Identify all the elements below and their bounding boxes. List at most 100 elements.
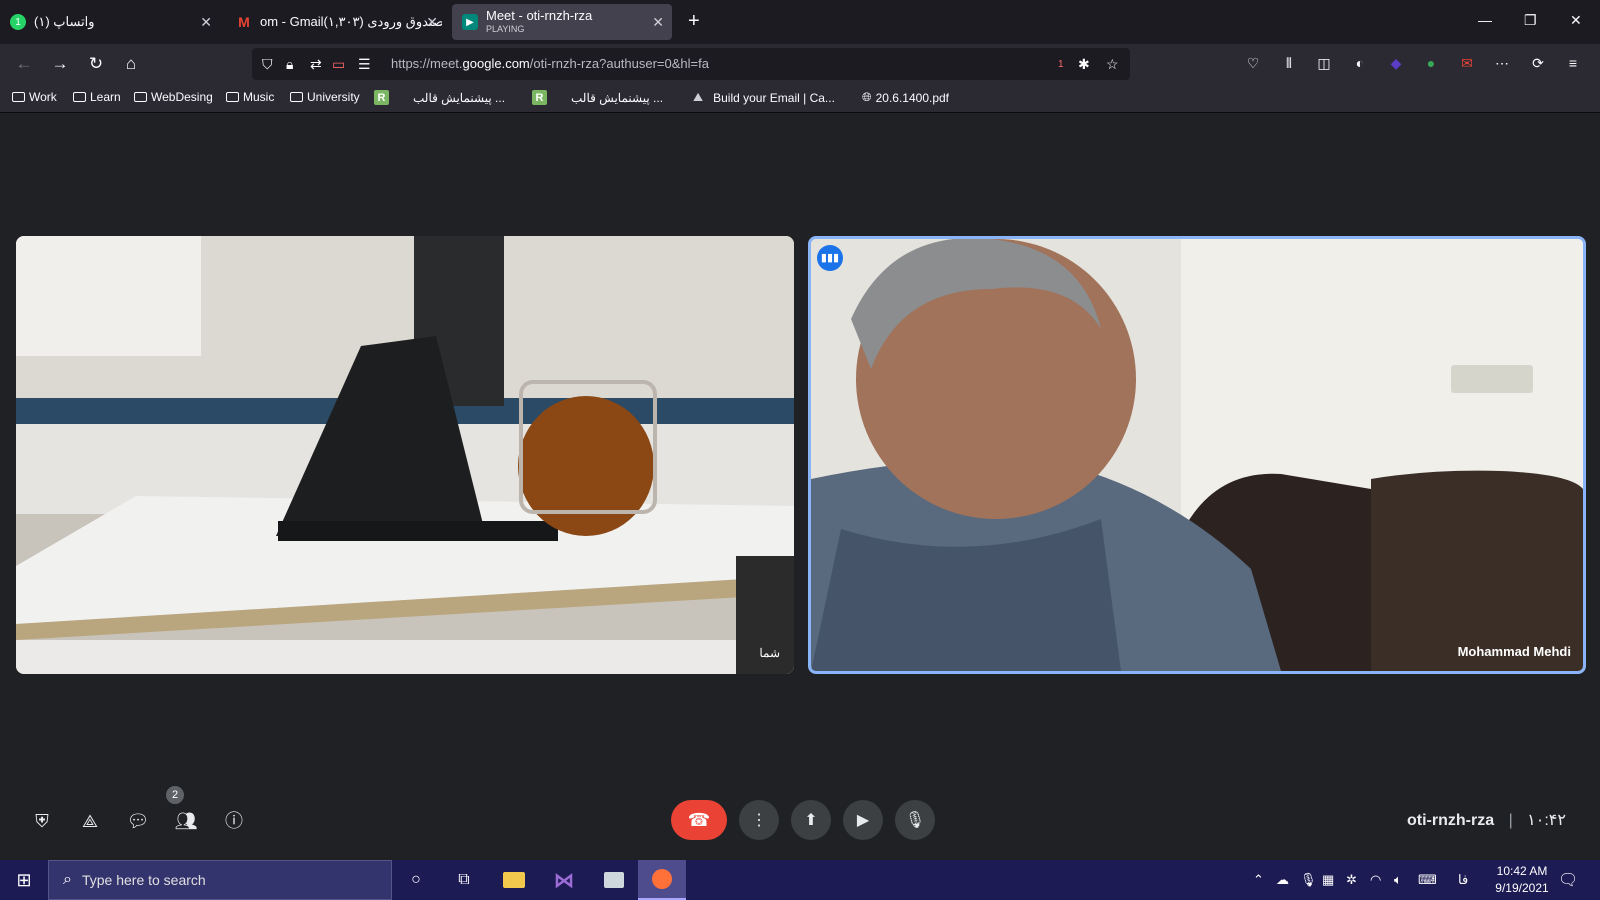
permissions-icon[interactable]: ⇄ bbox=[310, 56, 322, 73]
reload-icon[interactable]: ↻ bbox=[86, 54, 106, 74]
bookmark-folder-work[interactable]: Work bbox=[12, 90, 57, 104]
activities-icon[interactable]: ⟁ bbox=[77, 808, 103, 834]
microphone-toggle-button[interactable]: 🎙︎ bbox=[895, 800, 935, 840]
meeting-details-icon[interactable]: ⓘ bbox=[221, 808, 247, 834]
camera-sharing-icon[interactable]: ▭ bbox=[332, 56, 345, 73]
firefox-app[interactable] bbox=[638, 860, 686, 900]
menu-icon[interactable]: ≡ bbox=[1564, 55, 1582, 71]
self-name-label: شما bbox=[759, 646, 780, 660]
host-controls-icon[interactable]: ⛨ bbox=[29, 808, 55, 834]
shield-icon[interactable]: ⛉ bbox=[262, 56, 273, 73]
folder-icon bbox=[12, 92, 25, 102]
task-view-icon: ⧉ bbox=[458, 871, 470, 888]
new-tab-icon[interactable]: + bbox=[688, 10, 700, 33]
bookmark-pdf[interactable]: 🌐︎ 20.6.1400.pdf bbox=[862, 90, 949, 105]
url-bar[interactable]: ⛉ 🔒︎ ⇄ ▭ ☰ https://meet.google.com/oti-r… bbox=[252, 48, 1130, 80]
bookmarks-toolbar: Work Learn WebDesing Music University Rپ… bbox=[0, 84, 1600, 113]
onedrive-icon[interactable]: ☁ bbox=[1276, 872, 1289, 888]
extension-green-icon[interactable]: ● bbox=[1422, 55, 1440, 71]
file-explorer-app[interactable] bbox=[490, 860, 538, 900]
present-screen-button[interactable]: ⬆ bbox=[791, 800, 831, 840]
account-icon[interactable]: ◐ bbox=[1351, 55, 1369, 71]
cortana-icon: ○ bbox=[411, 871, 421, 888]
extension-dots-icon[interactable]: ⋯ bbox=[1493, 55, 1511, 72]
folder-icon bbox=[226, 92, 239, 102]
star-icon[interactable]: ☆ bbox=[1106, 56, 1119, 73]
rtl-theme-icon: R bbox=[532, 90, 547, 105]
more-vert-icon: ⋮ bbox=[751, 812, 767, 829]
show-hidden-icons[interactable]: ⌃ bbox=[1253, 872, 1264, 888]
forward-icon[interactable]: → bbox=[50, 54, 70, 74]
reader-icon[interactable]: ☰ bbox=[358, 56, 371, 73]
url-text[interactable]: https://meet.google.com/oti-rnzh-rza?aut… bbox=[391, 56, 709, 71]
remote-video-tile[interactable]: ▮▮▮ Mohammad Mehdi bbox=[808, 236, 1586, 674]
bookmark-folder-webdesing[interactable]: WebDesing bbox=[134, 90, 213, 104]
chat-icon[interactable]: 💬︎ bbox=[125, 808, 151, 834]
tab-label: Meet - oti-rnzh-rza bbox=[486, 7, 593, 23]
wifi-icon[interactable]: ◠ bbox=[1370, 872, 1381, 888]
tab-gmail[interactable]: M om - Gmail(۱,۳۰۳) صندوق ورودی ✕ bbox=[226, 4, 442, 40]
search-placeholder: Type here to search bbox=[81, 872, 206, 888]
divider: | bbox=[1508, 812, 1513, 829]
clock[interactable]: 10:42 AM 9/19/2021 bbox=[1478, 863, 1566, 897]
email-builder-icon: ⛰ bbox=[693, 90, 704, 104]
visual-studio-app[interactable]: ⋈ bbox=[540, 860, 588, 900]
folder-icon bbox=[73, 92, 86, 102]
bookmark-template-2[interactable]: R پیشنمایش قالب ... bbox=[532, 90, 663, 105]
minimize-icon[interactable]: — bbox=[1478, 12, 1492, 28]
remote-participant-name: Mohammad Mehdi bbox=[1457, 644, 1571, 659]
library-icon[interactable]: ⫴ bbox=[1280, 55, 1298, 72]
start-button[interactable]: ⊞ bbox=[0, 860, 48, 900]
close-icon[interactable]: ✕ bbox=[652, 14, 664, 31]
sidebar-icon[interactable]: ◫ bbox=[1315, 55, 1333, 72]
input-language[interactable]: فا bbox=[1458, 872, 1468, 888]
clock-date: 9/19/2021 bbox=[1495, 881, 1549, 895]
lock-icon[interactable]: 🔒︎ bbox=[286, 56, 293, 73]
people-icon[interactable]: 👥︎ bbox=[173, 808, 199, 834]
restore-icon[interactable]: ❐ bbox=[1524, 12, 1537, 29]
bookmark-folder-music[interactable]: Music bbox=[226, 90, 274, 104]
bookmark-template-1[interactable]: R پیشنمایش قالب ... bbox=[374, 90, 505, 105]
search-icon: ⌕ bbox=[63, 871, 72, 888]
clock-time: 10:42 AM bbox=[1496, 864, 1548, 878]
camera-toggle-button[interactable]: ▶ bbox=[843, 800, 883, 840]
close-icon[interactable]: ✕ bbox=[200, 14, 212, 31]
extension-sync-icon[interactable]: ⟳ bbox=[1529, 55, 1547, 72]
tab-meet[interactable]: ▶ Meet - oti-rnzh-rza PLAYING ✕ bbox=[452, 4, 672, 40]
window-close-icon[interactable]: ✕ bbox=[1570, 12, 1582, 29]
notification-center-icon[interactable]: 🗨︎ bbox=[1558, 870, 1578, 890]
bookmark-build-email[interactable]: ⛰ Build your Email | Ca... bbox=[693, 90, 835, 105]
volume-icon[interactable]: 🔈︎ bbox=[1394, 872, 1402, 888]
extension-diamond-icon[interactable]: ◆ bbox=[1387, 55, 1405, 72]
video-camera-icon: ▶ bbox=[856, 812, 870, 829]
bug-icon[interactable]: ✱ bbox=[1078, 56, 1090, 73]
bookmark-folder-learn[interactable]: Learn bbox=[73, 90, 121, 104]
close-icon[interactable]: ✕ bbox=[426, 14, 438, 31]
microphone-tray-icon[interactable]: 🎙︎ bbox=[1300, 872, 1317, 888]
navigation-toolbar: ← → ↻ ⌂ ⛉ 🔒︎ ⇄ ▭ ☰ https://meet.google.c… bbox=[0, 44, 1600, 84]
keyboard-icon[interactable]: ⌨ bbox=[1418, 872, 1437, 888]
self-video-tile[interactable]: شما bbox=[16, 236, 794, 674]
whatsapp-icon: 1 bbox=[10, 14, 26, 30]
tab-whatsapp[interactable]: 1 واتساپ (۱) ✕ bbox=[0, 4, 220, 40]
phone-hangup-icon: ☎ bbox=[687, 809, 711, 830]
globe-icon: 🌐︎ bbox=[862, 90, 872, 104]
generic-app[interactable] bbox=[590, 860, 638, 900]
meeting-info: oti-rnzh-rza | ۱۰:۴۲ bbox=[1407, 810, 1566, 830]
notification-count: 1 bbox=[1058, 59, 1064, 70]
network-adapter-icon[interactable]: ▦ bbox=[1322, 872, 1334, 888]
gmail-icon: M bbox=[238, 14, 250, 30]
pocket-icon[interactable]: ♡ bbox=[1244, 55, 1262, 72]
hang-up-button[interactable]: ☎ bbox=[671, 800, 727, 840]
more-options-button[interactable]: ⋮ bbox=[739, 800, 779, 840]
extension-mail-icon[interactable]: ✉ bbox=[1458, 55, 1476, 72]
cortana-button[interactable]: ○ bbox=[392, 860, 440, 900]
back-icon[interactable]: ← bbox=[14, 54, 34, 74]
self-video-feed bbox=[16, 236, 794, 674]
bluetooth-icon[interactable]: ✲ bbox=[1346, 872, 1357, 888]
bookmark-folder-university[interactable]: University bbox=[290, 90, 360, 104]
home-icon[interactable]: ⌂ bbox=[121, 54, 141, 74]
task-view-button[interactable]: ⧉ bbox=[440, 860, 488, 900]
present-icon: ⬆ bbox=[804, 812, 818, 829]
taskbar-search-box[interactable]: ⌕ Type here to search bbox=[48, 860, 392, 900]
